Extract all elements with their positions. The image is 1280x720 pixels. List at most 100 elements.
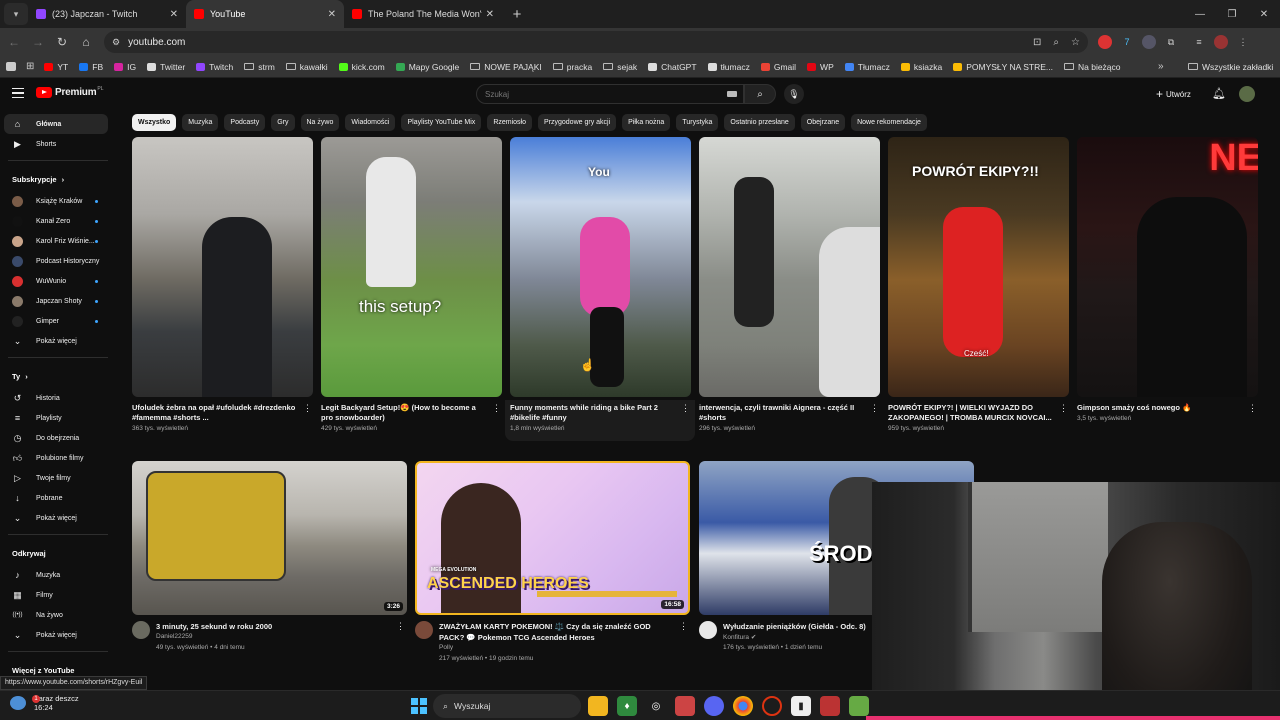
apps-grid-icon[interactable]: ⊞ <box>26 61 34 72</box>
zoom-icon[interactable]: ⌕ <box>1053 37 1059 48</box>
video-card[interactable]: ASCENDED HEROES MEGA EVOLUTION 16:58 ZWAŻYŁ… <box>415 461 690 662</box>
subscriptions-header[interactable]: Subskrypcje › <box>0 167 116 191</box>
sidebar-item[interactable]: ◷ Do obejrzenia <box>0 428 116 448</box>
sidebar-item[interactable]: ⌄ Pokaż więcej <box>0 625 116 645</box>
back-icon[interactable]: ← <box>2 35 26 49</box>
extension-icon[interactable] <box>1142 35 1156 49</box>
more-options-icon[interactable]: ⋮ <box>1248 403 1257 414</box>
game-app-icon[interactable] <box>675 696 695 716</box>
short-title[interactable]: Funny moments while riding a bike Part 2… <box>510 403 675 423</box>
address-bar[interactable]: ⚙ youtube.com ⊡ ⌕ ☆ <box>104 31 1088 53</box>
sidebar-item[interactable]: ⌂ Główna <box>4 114 108 134</box>
create-button[interactable]: + Utwórz <box>1156 87 1191 101</box>
browser-tab-youtube[interactable]: YouTube ✕ <box>186 0 344 28</box>
weather-widget[interactable]: 1 Zaraz deszcz 16:24 <box>10 694 79 712</box>
new-tab-button[interactable]: + <box>506 3 528 25</box>
sidebar-item[interactable]: ▦ Filmy <box>0 585 116 605</box>
sidebar-item[interactable]: Karol Friz Wiśnie... <box>0 231 116 251</box>
filter-chip[interactable]: Playlisty YouTube Mix <box>401 114 482 131</box>
bookmark-star-icon[interactable]: ☆ <box>1071 37 1080 48</box>
bookmark-item[interactable]: FB <box>79 62 103 72</box>
notes-app-icon[interactable]: ▮ <box>791 696 811 716</box>
notifications-bell-icon[interactable]: 🔔︎ <box>1212 87 1226 100</box>
short-thumbnail[interactable]: this setup? <box>321 137 502 397</box>
extensions-puzzle-icon[interactable]: ⧉ <box>1164 35 1178 49</box>
bookmark-item[interactable]: tłumacz <box>707 62 750 72</box>
short-card[interactable]: Ufoludek żebra na opał #ufoludek #drezde… <box>132 137 313 432</box>
sidebar-item[interactable]: Książę Kraków <box>0 191 116 211</box>
bookmark-item[interactable]: pracka <box>552 62 592 72</box>
search-input[interactable]: Szukaj <box>476 84 744 104</box>
short-title[interactable]: interwencja, czyli trawniki Aignera - cz… <box>699 403 864 423</box>
bookmark-item[interactable]: kick.com <box>338 62 385 72</box>
sidebar-item[interactable]: ♪ Muzyka <box>0 565 116 585</box>
bookmark-item[interactable]: ksiazka <box>900 62 942 72</box>
close-window-icon[interactable]: ✕ <box>1248 0 1280 28</box>
filter-chip[interactable]: Wiadomości <box>345 114 396 131</box>
sidebar-item[interactable]: ≡ Playlisty <box>0 408 116 428</box>
filter-chip[interactable]: Rzemiosło <box>487 114 532 131</box>
close-tab-icon[interactable]: ✕ <box>328 9 336 20</box>
bookmark-item[interactable]: Twitch <box>196 62 233 72</box>
filter-chip[interactable]: Gry <box>271 114 295 131</box>
channel-avatar[interactable] <box>132 621 150 639</box>
menu-hamburger-icon[interactable] <box>12 88 24 98</box>
record-extension-icon[interactable] <box>1098 35 1112 49</box>
site-info-icon[interactable]: ⚙ <box>112 37 120 48</box>
short-card[interactable]: NE Gimpson smaży coś nowego 🔥 3,5 tys. wyś… <box>1077 137 1258 422</box>
all-bookmarks-folder[interactable]: Wszystkie zakładki <box>1188 62 1273 72</box>
sidebar-item[interactable]: 👍︎ Polubione filmy <box>0 448 116 468</box>
sidebar-item[interactable]: ▷ Twoje filmy <box>0 468 116 488</box>
short-thumbnail[interactable] <box>132 137 313 397</box>
bookmark-item[interactable]: Mapy Google <box>395 62 459 72</box>
short-title[interactable]: Legit Backyard Setup!😍 (How to become a … <box>321 403 486 423</box>
reload-icon[interactable]: ↻ <box>50 35 74 49</box>
forward-icon[interactable]: → <box>26 35 50 49</box>
short-thumbnail[interactable]: You <box>510 137 691 397</box>
short-thumbnail[interactable]: NE <box>1077 137 1258 397</box>
account-avatar[interactable] <box>1239 86 1255 102</box>
filter-chip[interactable]: Nowe rekomendacje <box>851 114 927 131</box>
tab-list-icon[interactable]: ≡ <box>1192 35 1206 49</box>
tab-search-menu-icon[interactable]: ▾ <box>4 3 28 25</box>
close-tab-icon[interactable]: ✕ <box>486 9 494 20</box>
short-title[interactable]: Gimpson smaży coś nowego 🔥 <box>1077 403 1242 413</box>
file-explorer-icon[interactable] <box>588 696 608 716</box>
obs-icon[interactable]: ◎ <box>646 696 666 716</box>
voice-search-button[interactable]: 🎙 <box>784 84 804 104</box>
video-channel[interactable]: Konfitura ✔ <box>723 633 756 641</box>
bookmark-item[interactable]: NOWE PAJĄKI <box>470 62 542 72</box>
bookmark-item[interactable]: sejak <box>603 62 637 72</box>
sidebar-item[interactable]: Podcast Historyczny <box>0 251 116 271</box>
filter-chip[interactable]: Piłka nożna <box>622 114 671 131</box>
bookmark-item[interactable]: WP <box>807 62 834 72</box>
bookmark-item[interactable]: YT <box>44 62 68 72</box>
youtube-premium-logo[interactable]: Premium PL <box>36 86 104 98</box>
profile-icon[interactable] <box>1214 35 1228 49</box>
home-icon[interactable]: ⌂ <box>74 35 98 49</box>
minimize-icon[interactable]: — <box>1184 0 1216 28</box>
filter-chip[interactable]: Wszystko <box>132 114 177 131</box>
short-card[interactable]: interwencja, czyli trawniki Aignera - cz… <box>699 137 880 432</box>
short-card[interactable]: this setup? Legit Backyard Setup!😍 (How t… <box>321 137 502 432</box>
bookmark-item[interactable]: POMYSŁY NA STRE... <box>953 62 1053 72</box>
video-card[interactable]: 3:26 3 minuty, 25 sekund w roku 2000 Danie… <box>132 461 407 651</box>
opera-icon[interactable] <box>762 696 782 716</box>
filter-chip[interactable]: Podcasty <box>224 114 266 131</box>
translate-extension-icon[interactable]: 7 <box>1120 35 1134 49</box>
channel-avatar[interactable] <box>415 621 433 639</box>
maximize-icon[interactable]: ❐ <box>1216 0 1248 28</box>
keyboard-icon[interactable] <box>727 91 737 97</box>
video-channel[interactable]: Polly <box>439 644 453 651</box>
filter-chip[interactable]: Ostatnio przesłane <box>724 114 795 131</box>
short-card[interactable]: POWRÓT EKIPY?!! Cześć! POWRÓT EKIPY?! | WI… <box>888 137 1069 432</box>
sidebar-item[interactable]: ▶ Shorts <box>0 134 116 154</box>
bookmark-item[interactable]: Gmail <box>760 62 796 72</box>
more-options-icon[interactable]: ⋮ <box>681 403 690 414</box>
video-thumbnail[interactable]: 3:26 <box>132 461 407 615</box>
game-launcher-icon[interactable] <box>820 696 840 716</box>
more-options-icon[interactable]: ⋮ <box>303 403 312 414</box>
more-bookmarks-icon[interactable]: » <box>1158 61 1164 72</box>
install-app-icon[interactable]: ⊡ <box>1033 37 1041 48</box>
windows-start-icon[interactable] <box>411 698 427 714</box>
